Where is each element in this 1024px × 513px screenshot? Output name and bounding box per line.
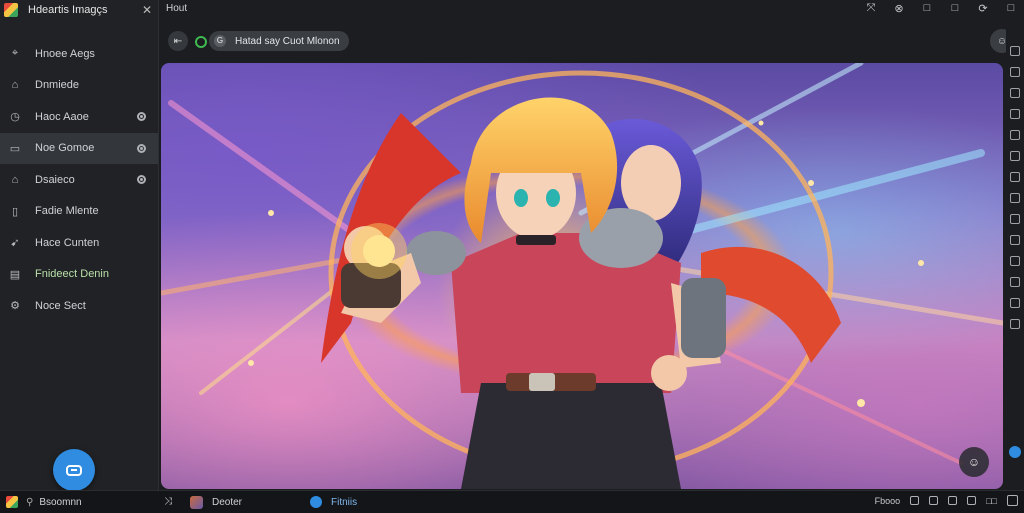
send-icon: ➹ <box>10 237 20 250</box>
home-icon: ⌂ <box>11 79 19 92</box>
rail-icon[interactable] <box>1010 151 1020 161</box>
rail-active-icon[interactable] <box>1009 446 1021 458</box>
sidebar-item[interactable]: ➹ Hace Cunten <box>0 227 158 259</box>
search-icon: ⚲ <box>26 496 34 508</box>
tray-icon[interactable] <box>929 496 939 505</box>
sidebar-item-label: Noce Sect <box>35 299 86 312</box>
eye-icon[interactable] <box>137 143 146 153</box>
rail-icon[interactable] <box>1010 67 1020 77</box>
sidebar: Hdeartis Imagçs ✕ ⌖ Hnoee Aegs ⌂ Dnmiede… <box>0 0 159 491</box>
rail-icon[interactable] <box>1010 109 1020 119</box>
notification-icon[interactable] <box>1007 495 1018 506</box>
address-pill[interactable]: G Hatad say Cuot Mlonon <box>209 31 349 51</box>
sidebar-nav: ⌖ Hnoee Aegs ⌂ Dnmiede ◷ Haoc Aaoe ▭ Noe… <box>0 38 158 322</box>
browser-icon <box>310 496 322 508</box>
sidebar-item-label: Fadie Mlente <box>35 205 99 218</box>
sidebar-item-label: Dnmiede <box>35 79 80 92</box>
taskbar-window-label: Deoter <box>212 497 243 508</box>
rail-icon[interactable] <box>1010 88 1020 98</box>
address-bar-row: ⇤ G Hatad say Cuot Mlonon ☺ <box>158 28 1024 54</box>
back-icon: ⇤ <box>173 35 183 47</box>
window-thumbnail-icon <box>190 496 203 509</box>
chart-icon: ▤ <box>9 268 21 281</box>
gear-icon: ⚙ <box>10 300 20 313</box>
face-icon: ☺ <box>967 455 981 469</box>
document-icon: ▯ <box>11 205 19 218</box>
window-controls: ⤧ ⊗ □ □ ⟳ □ <box>864 2 1018 15</box>
sidebar-item[interactable]: ⌂ Dnmiede <box>0 70 158 102</box>
anime-artwork <box>161 63 1003 489</box>
taskbar-app-label: Bsoomnn <box>39 496 82 508</box>
rail-icon[interactable] <box>1010 46 1020 56</box>
shuffle-button[interactable]: ⤨ <box>164 496 172 507</box>
viewer-action-button[interactable]: ☺ <box>959 447 989 477</box>
back-button[interactable]: ⇤ <box>168 31 188 51</box>
chat-icon <box>66 464 82 476</box>
taskbar: ⚲ Bsoomnn ⤨ Deoter Fitniis Fbooo □□ <box>0 490 1024 513</box>
tab-title[interactable]: Hout <box>166 3 187 14</box>
rail-icon[interactable] <box>1010 319 1020 329</box>
rail-icon[interactable] <box>1010 298 1020 308</box>
rail-icon[interactable] <box>1010 214 1020 224</box>
sidebar-item-label: Dsaieco <box>35 173 75 186</box>
sidebar-item-label: Haoc Aaoe <box>35 110 89 123</box>
sidebar-item-label: Fnideect Denin <box>35 268 109 281</box>
sidebar-item-label: Hace Cunten <box>35 236 100 249</box>
address-text: Hatad say Cuot Mlonon <box>235 35 340 47</box>
sidebar-item-label: Noe Gomoe <box>35 142 95 155</box>
app-window: Hdeartis Imagçs ✕ ⌖ Hnoee Aegs ⌂ Dnmiede… <box>0 0 1024 491</box>
fullscreen-icon[interactable]: ⤧ <box>864 2 878 15</box>
sidebar-item[interactable]: ▯ Fadie Mlente <box>0 196 158 228</box>
tray-icon[interactable] <box>967 496 977 505</box>
sidebar-item[interactable]: ▤ Fnideect Denin <box>0 259 158 291</box>
taskbar-window[interactable]: Fitniis <box>310 496 357 508</box>
house-icon: ⌂ <box>11 173 19 186</box>
image-viewer[interactable]: ☺ <box>161 63 1003 489</box>
maximize-icon[interactable]: □ <box>948 2 962 15</box>
rail-icon[interactable] <box>1010 193 1020 203</box>
eye-icon[interactable] <box>137 175 146 185</box>
shuffle-icon: ⤨ <box>164 496 172 507</box>
sidebar-item[interactable]: ⌂ Dsaieco <box>0 164 158 196</box>
close-sidebar-icon[interactable]: ✕ <box>142 3 152 17</box>
rail-icon[interactable] <box>1010 235 1020 245</box>
refresh-icon[interactable]: ⟳ <box>976 2 990 15</box>
tray-icon[interactable] <box>948 496 958 505</box>
app-title: Hdeartis Imagçs <box>28 4 108 16</box>
app-logo-icon <box>4 3 18 17</box>
sidebar-item-active[interactable]: ▭ Noe Gomoe <box>0 132 158 164</box>
app-logo-icon <box>6 496 18 508</box>
taskbar-window[interactable]: Deoter <box>190 496 242 509</box>
sidebar-item[interactable]: ⌖ Hnoee Aegs <box>0 38 158 70</box>
system-tray: Fbooo □□ <box>875 495 1018 506</box>
sidebar-item[interactable]: ⚙ Noce Sect <box>0 290 158 322</box>
taskbar-window-label: Fitniis <box>331 496 358 508</box>
chat-fab-button[interactable] <box>53 449 95 491</box>
rail-icon[interactable] <box>1010 277 1020 287</box>
title-bar: Hout ⤧ ⊗ □ □ ⟳ □ <box>158 0 1024 20</box>
clock-icon: ◷ <box>10 111 20 124</box>
restore-icon[interactable]: □ <box>1004 2 1018 15</box>
right-rail <box>1006 20 1024 490</box>
sidebar-item[interactable]: ◷ Haoc Aaoe <box>0 101 158 133</box>
status-dot-icon <box>195 36 207 48</box>
minimize-icon[interactable]: □ <box>920 2 934 15</box>
sidebar-header: Hdeartis Imagçs ✕ <box>0 0 158 20</box>
tray-text: Fbooo <box>874 495 901 506</box>
site-icon: G <box>214 35 226 47</box>
pin-icon: ⌖ <box>11 47 19 60</box>
monitor-icon: ▭ <box>9 142 21 155</box>
blocked-icon[interactable]: ⊗ <box>892 2 906 15</box>
tray-icon[interactable] <box>910 496 920 505</box>
rail-icon[interactable] <box>1010 256 1020 266</box>
tray-clock: □□ <box>986 495 997 506</box>
eye-icon[interactable] <box>137 112 146 122</box>
rail-icon[interactable] <box>1010 130 1020 140</box>
sidebar-item-label: Hnoee Aegs <box>35 47 95 60</box>
taskbar-app[interactable]: ⚲ Bsoomnn <box>6 496 82 508</box>
rail-icon[interactable] <box>1010 172 1020 182</box>
